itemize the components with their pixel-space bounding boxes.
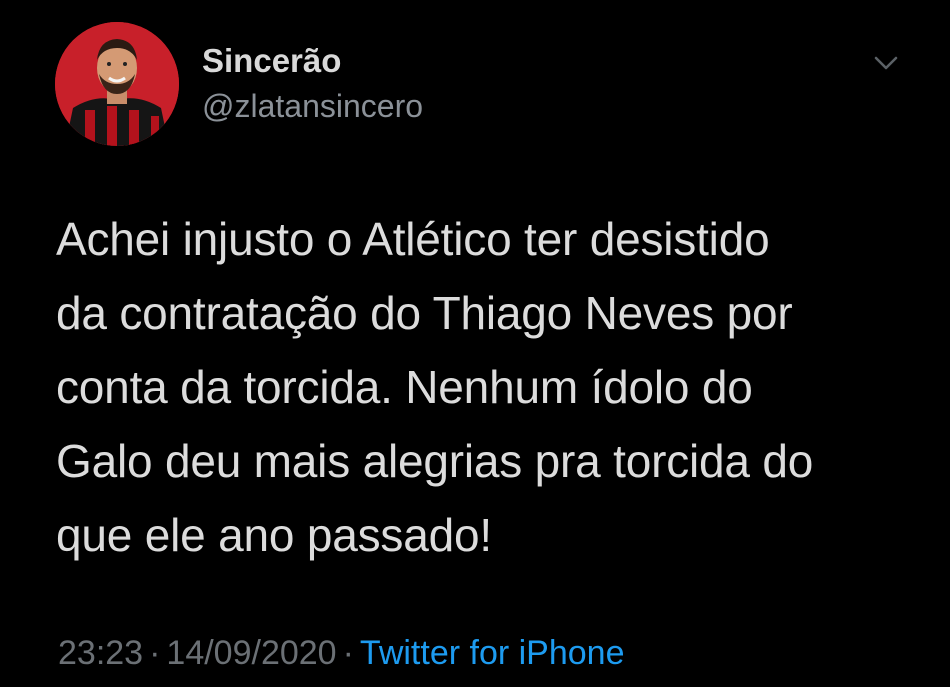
tweet-text: Achei injusto o Atlético ter desistido d… (56, 213, 814, 561)
avatar[interactable] (55, 22, 179, 146)
tweet-metadata: 23:23 · 14/09/2020 · Twitter for iPhone (58, 634, 624, 673)
meta-separator: · (342, 634, 354, 672)
avatar-image (55, 22, 179, 146)
tweet-time: 23:23 (58, 634, 144, 672)
tweet-date[interactable]: 14/09/2020 (166, 634, 336, 672)
author-handle[interactable]: @zlatansincero (202, 88, 423, 125)
author-display-name[interactable]: Sincerão (202, 42, 341, 80)
tweet-card: Sincerão @zlatansincero Achei injusto o … (0, 0, 950, 687)
chevron-down-icon[interactable] (868, 48, 904, 76)
tweet-source-link[interactable]: Twitter for iPhone (360, 634, 625, 672)
meta-separator: · (149, 634, 161, 672)
